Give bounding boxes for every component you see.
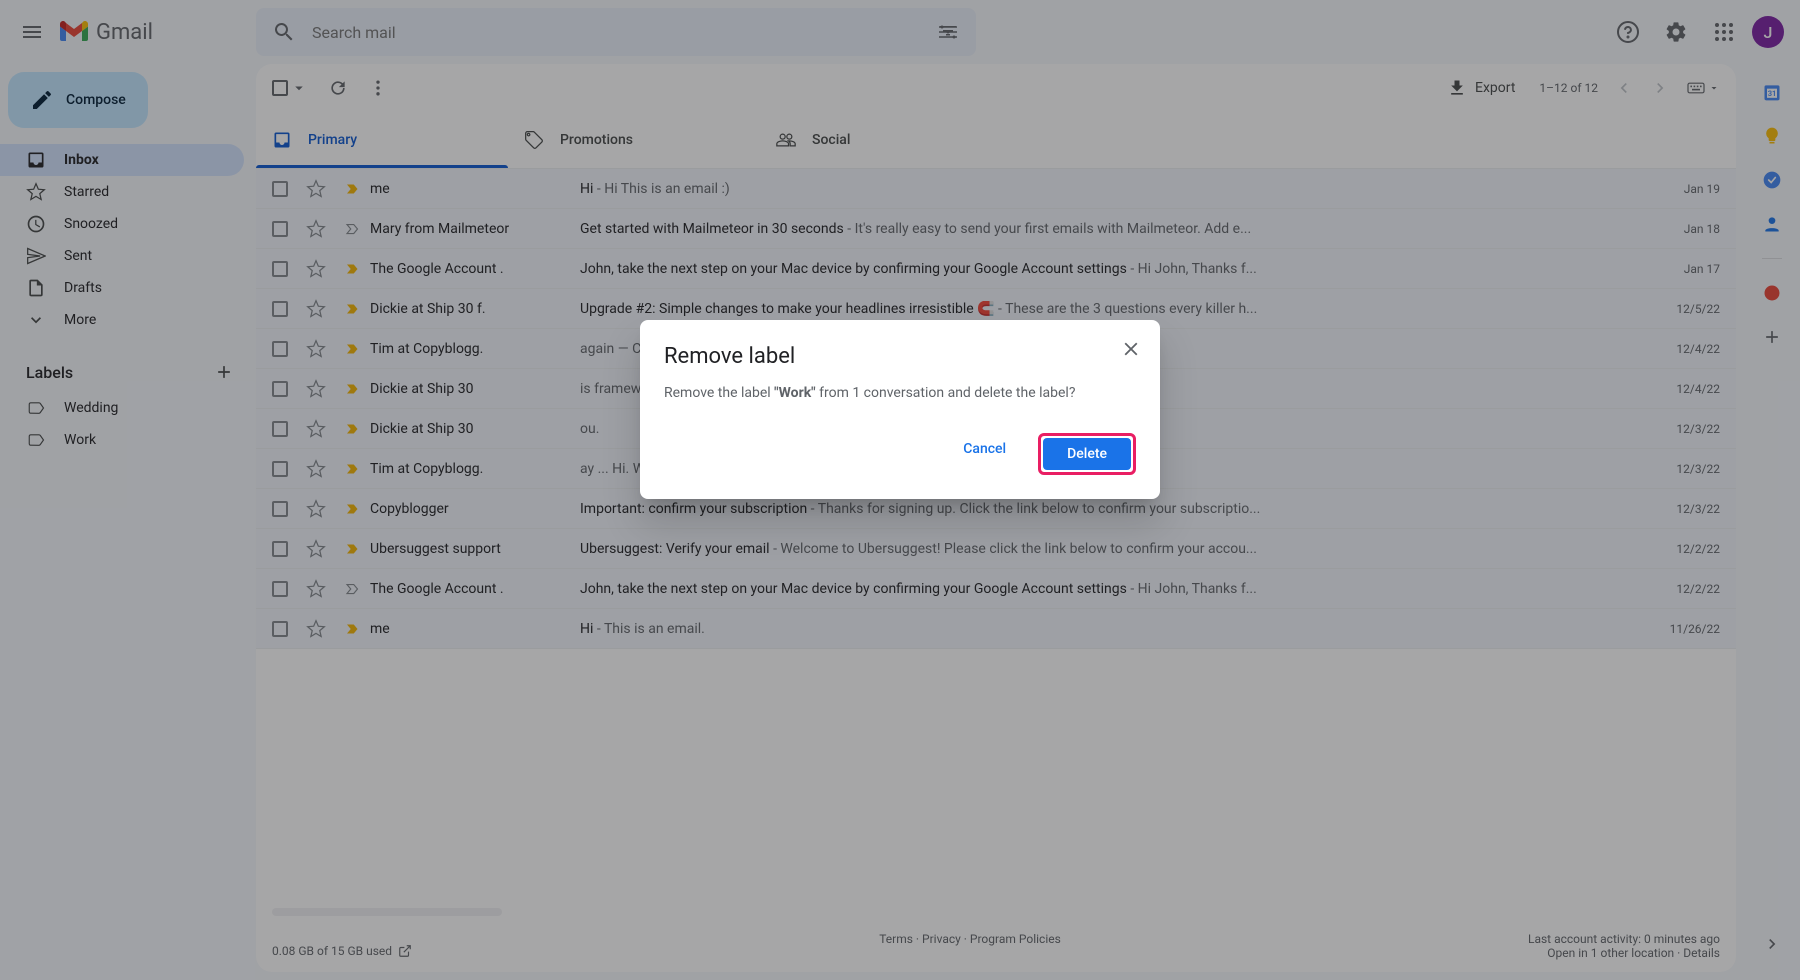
dialog-actions: Cancel Delete	[664, 433, 1136, 475]
dialog-body: Remove the label "Work" from 1 conversat…	[664, 385, 1136, 401]
dialog-close-button[interactable]	[1120, 338, 1142, 360]
delete-button[interactable]: Delete	[1043, 438, 1131, 470]
cancel-button[interactable]: Cancel	[939, 433, 1030, 475]
dialog-scrim[interactable]: Remove label Remove the label "Work" fro…	[0, 0, 1800, 980]
close-icon	[1120, 338, 1142, 360]
remove-label-dialog: Remove label Remove the label "Work" fro…	[640, 320, 1160, 499]
delete-highlight: Delete	[1038, 433, 1136, 475]
dialog-title: Remove label	[664, 344, 1136, 369]
